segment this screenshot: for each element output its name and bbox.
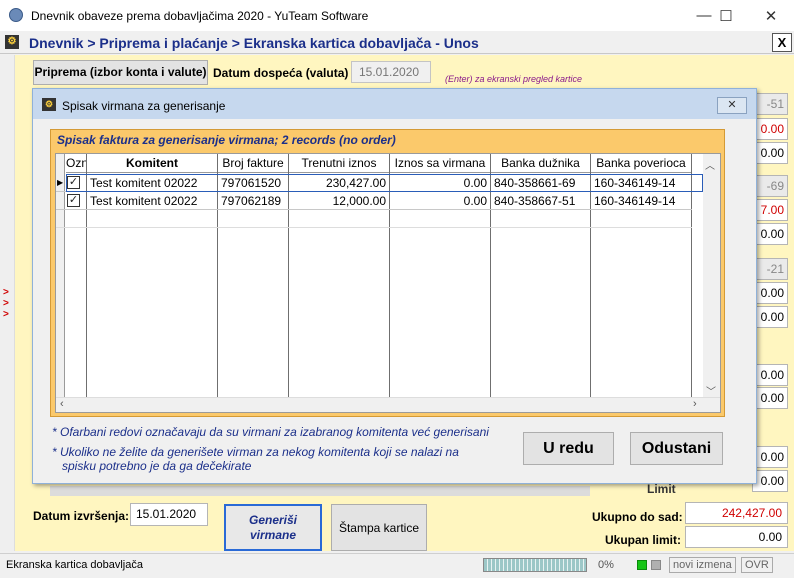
- window-title: Dnevnik obaveze prema dobavljačima 2020 …: [31, 9, 369, 23]
- module-title: Dnevnik > Priprema i plaćanje > Ekranska…: [29, 35, 479, 51]
- dialog-close-button[interactable]: ✕: [717, 97, 747, 114]
- right-field[interactable]: -21: [752, 258, 788, 280]
- izvrsenja-label: Datum izvršenja:: [33, 509, 130, 523]
- module-icon: ⚙: [5, 35, 19, 49]
- background-scrollbar[interactable]: [50, 486, 590, 496]
- stampa-kartice-button[interactable]: Štampa kartice: [331, 504, 427, 551]
- right-field[interactable]: 0.00: [752, 387, 788, 409]
- enter-hint: (Enter) za ekranski pregled kartice: [445, 74, 583, 84]
- cell-banka-duznika[interactable]: 840-358661-69: [494, 174, 589, 192]
- note-uncheck-cont: spisku potrebno je da ga dečekirate: [62, 459, 252, 473]
- scroll-right-icon[interactable]: ›: [693, 398, 697, 410]
- right-field[interactable]: 0.00: [752, 364, 788, 386]
- right-field[interactable]: 0.00: [752, 118, 788, 140]
- right-field[interactable]: -51: [752, 93, 788, 115]
- stampa-label: Štampa kartice: [338, 520, 420, 535]
- status-led-grey: [651, 560, 661, 570]
- izvrsenja-field[interactable]: 15.01.2020: [130, 503, 208, 526]
- cancel-button[interactable]: Odustani: [630, 432, 723, 465]
- ok-button[interactable]: U redu: [523, 432, 614, 465]
- status-text: Ekranska kartica dobavljača: [6, 559, 143, 571]
- right-field[interactable]: 0.00: [752, 306, 788, 328]
- ukupno-field: 242,427.00: [685, 502, 788, 524]
- mode-indicator: novi izmena: [669, 557, 736, 573]
- maximize-button[interactable]: ☐: [703, 0, 749, 31]
- col-header-komitent[interactable]: Komitent: [87, 154, 218, 173]
- ovr-indicator: OVR: [741, 557, 773, 573]
- limit-label: Ukupan limit:: [605, 533, 682, 547]
- note-uncheck: * Ukoliko ne želite da generišete virman…: [52, 445, 459, 459]
- row-pointer-icon: ▶: [57, 178, 64, 187]
- generisi-virmane-button[interactable]: Generiši virmane: [224, 504, 322, 551]
- row-checkbox[interactable]: ✓: [67, 194, 80, 207]
- col-header-banka-duznika[interactable]: Banka dužnika: [491, 154, 591, 173]
- status-led-green: [637, 560, 647, 570]
- grid-rowline: [56, 227, 692, 228]
- right-field[interactable]: 0.00: [752, 446, 788, 468]
- progress-percent: 0%: [598, 559, 614, 571]
- right-field[interactable]: 0.00: [752, 282, 788, 304]
- right-field[interactable]: 0.00: [752, 470, 788, 492]
- row-checkbox[interactable]: ✓: [67, 176, 80, 189]
- grid-caption: Spisak faktura za generisanje virmana; 2…: [57, 133, 396, 147]
- close-window-button[interactable]: ✕: [748, 0, 794, 31]
- right-field[interactable]: 7.00: [752, 199, 788, 221]
- app-icon: [9, 8, 23, 22]
- ukupno-label: Ukupno do sad:: [592, 510, 683, 524]
- dospeca-field[interactable]: 15.01.2020: [351, 61, 431, 83]
- grid-vertical-scrollbar[interactable]: [703, 154, 720, 397]
- module-close-button[interactable]: X: [772, 33, 792, 52]
- cell-broj-fakture[interactable]: 797061520: [221, 174, 287, 192]
- cell-trenutni-iznos[interactable]: 12,000.00: [290, 192, 386, 210]
- col-header-trenutni-iznos[interactable]: Trenutni iznos: [289, 154, 390, 173]
- col-header-iznos-sa-virmana[interactable]: Iznos sa virmana: [390, 154, 491, 173]
- right-field[interactable]: -69: [752, 175, 788, 197]
- cell-banka-poverioca[interactable]: 160-346149-14: [594, 174, 690, 192]
- dospeca-label: Datum dospeća (valuta): [213, 66, 349, 80]
- expand-arrows-icon[interactable]: > > >: [3, 287, 13, 320]
- scroll-left-icon[interactable]: ‹: [60, 398, 64, 410]
- right-field[interactable]: 0.00: [752, 142, 788, 164]
- cell-komitent[interactable]: Test komitent 02022: [90, 174, 216, 192]
- col-header-ozn[interactable]: Ozn: [66, 154, 88, 173]
- progress-bar: [483, 558, 587, 572]
- dialog-icon: ⚙: [42, 98, 56, 111]
- cell-iznos-sa-virmana[interactable]: 0.00: [391, 192, 487, 210]
- scroll-up-icon[interactable]: ︿: [705, 157, 715, 172]
- generisi-label: Generiši virmane: [248, 512, 298, 542]
- scroll-down-icon[interactable]: ﹀: [706, 383, 716, 398]
- grid-horizontal-scrollbar[interactable]: [56, 397, 720, 412]
- note-generated: * Ofarbani redovi označavaju da su virma…: [52, 425, 489, 439]
- limit-label-behind: Limit: [647, 482, 676, 496]
- cell-iznos-sa-virmana[interactable]: 0.00: [391, 174, 487, 192]
- cell-banka-poverioca[interactable]: 160-346149-14: [594, 192, 690, 210]
- cell-trenutni-iznos[interactable]: 230,427.00: [290, 174, 386, 192]
- priprema-button[interactable]: Priprema (izbor konta i valute): [33, 60, 208, 85]
- col-header-broj-fakture[interactable]: Broj fakture: [218, 154, 289, 173]
- cell-komitent[interactable]: Test komitent 02022: [90, 192, 216, 210]
- col-header-banka-poverioca[interactable]: Banka poverioca: [591, 154, 692, 173]
- cell-broj-fakture[interactable]: 797062189: [221, 192, 287, 210]
- limit-field[interactable]: 0.00: [685, 526, 788, 548]
- cell-banka-duznika[interactable]: 840-358667-51: [494, 192, 589, 210]
- dialog-title: Spisak virmana za generisanje: [62, 99, 226, 113]
- right-field[interactable]: 0.00: [752, 223, 788, 245]
